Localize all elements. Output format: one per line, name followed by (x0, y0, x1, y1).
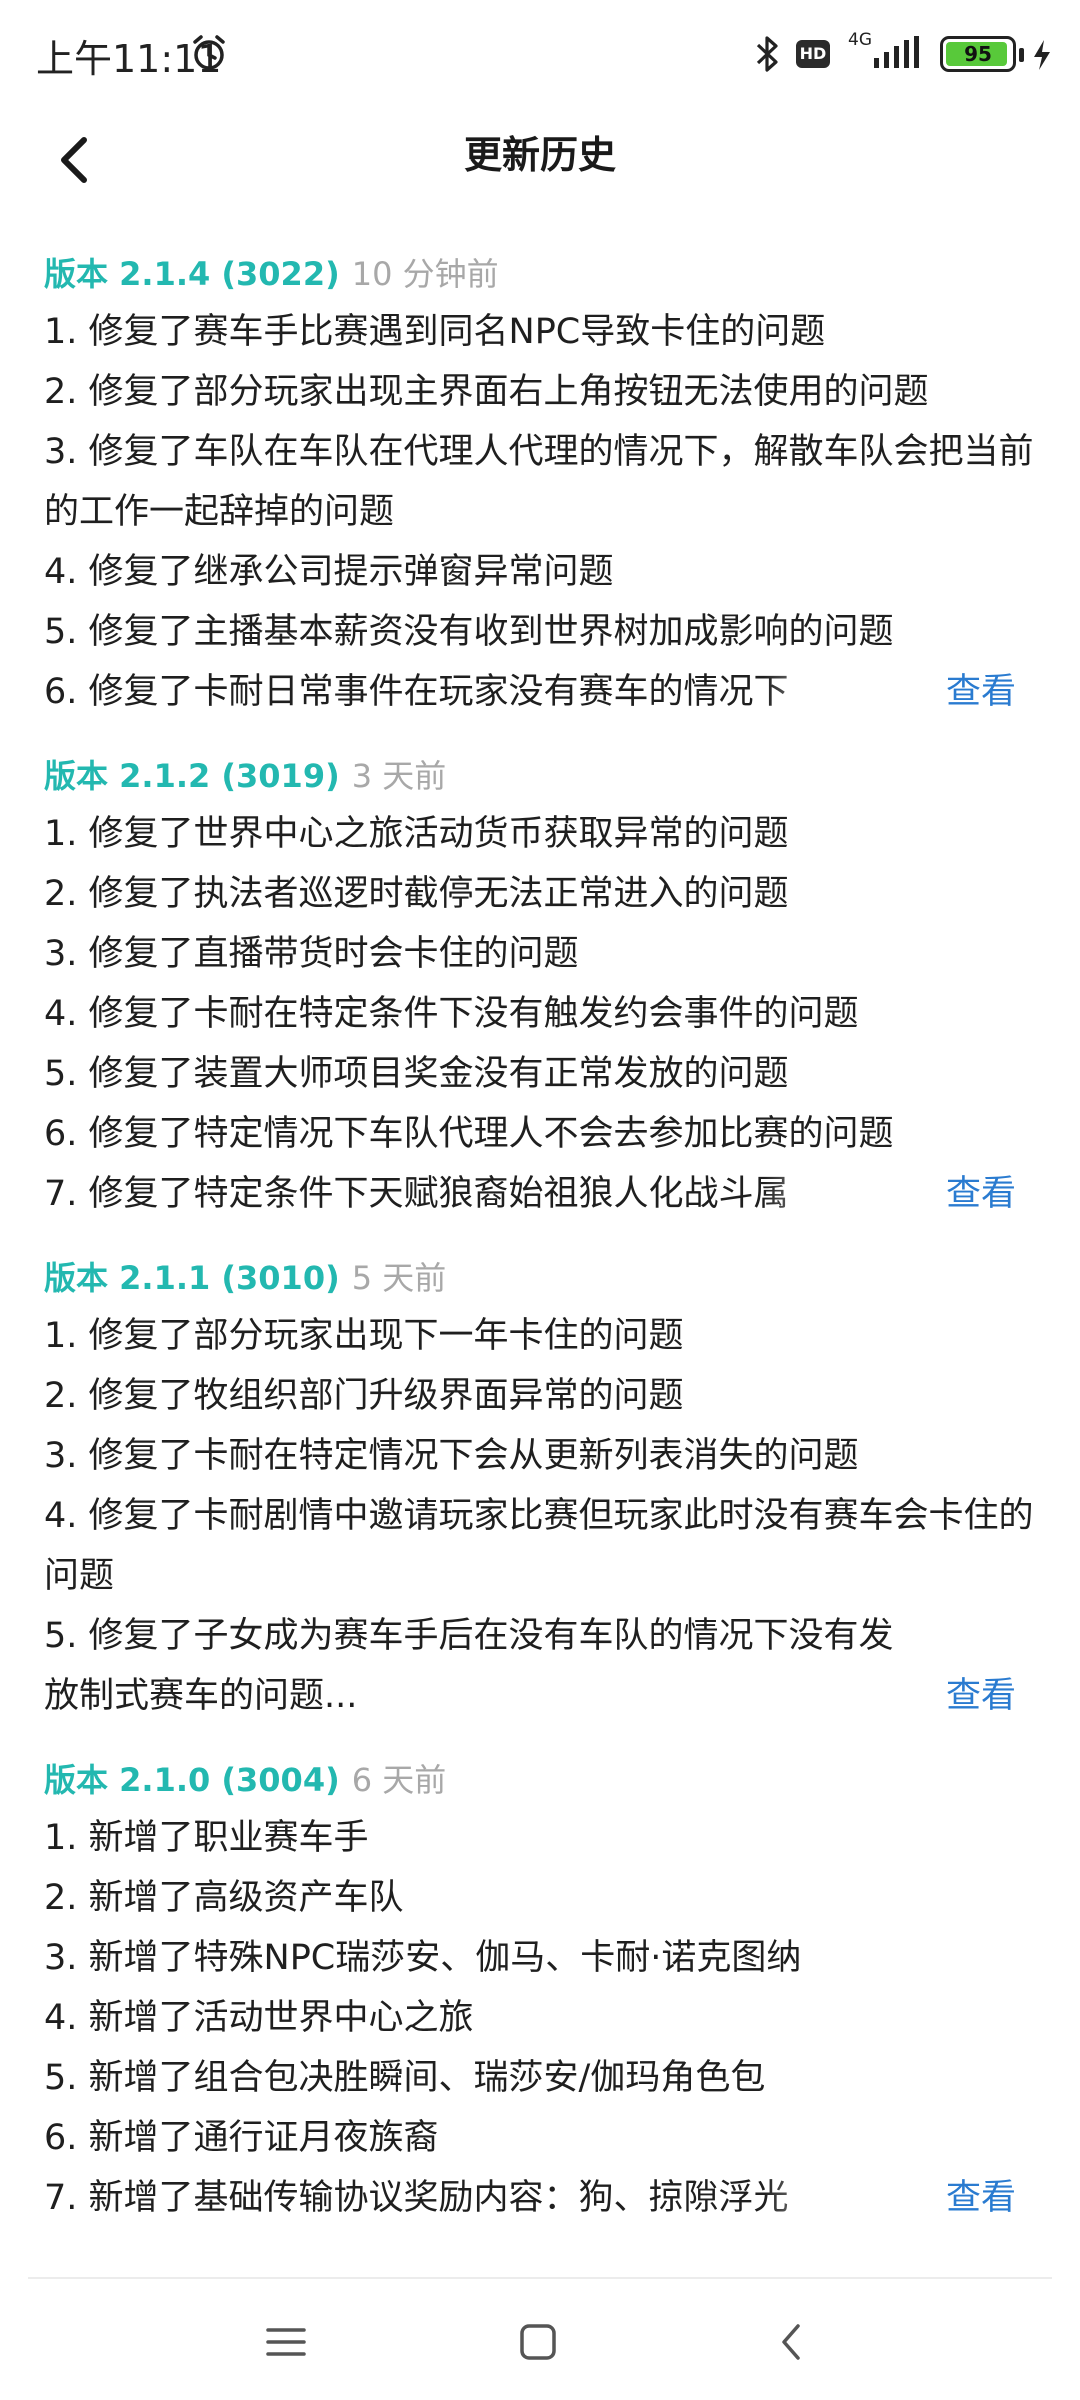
list-item: 1. 新增了职业赛车手 (44, 1818, 369, 1858)
list-item: 3. 新增了特殊NPC瑞莎安、伽马、卡耐·诺克图纳 (44, 1938, 802, 1978)
release-header: 版本 2.1.4 (3022) 10 分钟前 (44, 250, 1044, 302)
release-entry: 版本 2.1.0 (3004) 6 天前 1. 新增了职业赛车手 2. 新增了高级… (44, 1756, 1044, 2228)
list-item: 1. 修复了赛车手比赛遇到同名NPC导致卡住的问题 (44, 312, 826, 352)
list-item: 2. 新增了高级资产车队 (44, 1878, 404, 1918)
list-item: 1. 修复了部分玩家出现下一年卡住的问题 (44, 1316, 684, 1356)
list-item: 5. 修复了主播基本薪资没有收到世界树加成影响的问题 (44, 612, 894, 652)
list-item: 7. 修复了特定条件下天赋狼裔始祖狼人化战斗属 (44, 1164, 884, 1224)
list-item: 4. 新增了活动世界中心之旅 (44, 1998, 474, 2038)
release-time: 3 天前 (351, 757, 447, 795)
list-item: 3. 修复了车队在车队在代理人代理的情况下，解散车队会把当前的工作一起辞掉的问题 (44, 432, 1034, 532)
list-item: 5. 修复了子女成为赛车手后在没有车队的情况下没有发放制式赛车的问题... (44, 1616, 894, 1716)
system-nav-bar (0, 2280, 1080, 2400)
charging-icon (1034, 40, 1050, 70)
app-header: 更新历史 (0, 108, 1080, 228)
signal-icon (874, 36, 919, 68)
release-list: 版本 2.1.4 (3022) 10 分钟前 1. 修复了赛车手比赛遇到同名NPC… (44, 250, 1044, 2258)
list-item: 2. 修复了部分玩家出现主界面右上角按钮无法使用的问题 (44, 372, 929, 412)
version-label: 版本 2.1.1 (3010) (44, 1259, 340, 1297)
release-time: 5 天前 (351, 1259, 447, 1297)
menu-icon[interactable] (254, 2310, 318, 2374)
list-item: 6. 修复了卡耐日常事件在玩家没有赛车的情况下 (44, 662, 884, 722)
list-item: 4. 修复了卡耐剧情中邀请玩家比赛但玩家此时没有赛车会卡住的问题 (44, 1496, 1034, 1596)
list-item: 6. 新增了通行证月夜族裔 (44, 2118, 439, 2158)
list-item: 5. 修复了装置大师项目奖金没有正常发放的问题 (44, 1054, 789, 1094)
view-more-link[interactable]: 查看 (946, 2168, 1016, 2228)
version-label: 版本 2.1.2 (3019) (44, 757, 340, 795)
release-header: 版本 2.1.1 (3010) 5 天前 (44, 1254, 1044, 1306)
release-time: 6 天前 (351, 1761, 447, 1799)
bluetooth-icon (756, 36, 778, 72)
hd-icon: HD (796, 40, 830, 68)
network-type: 4G (848, 30, 872, 50)
list-item: 5. 新增了组合包决胜瞬间、瑞莎安/伽玛角色包 (44, 2058, 766, 2098)
alarm-icon (193, 35, 225, 70)
status-bar: 上午11:11 HD 4G 95 (0, 0, 1080, 108)
view-more-link[interactable]: 查看 (946, 1666, 1016, 1726)
list-item: 2. 修复了执法者巡逻时截停无法正常进入的问题 (44, 874, 789, 914)
list-item: 6. 修复了特定情况下车队代理人不会去参加比赛的问题 (44, 1114, 894, 1154)
list-item: 2. 修复了牧组织部门升级界面异常的问题 (44, 1376, 684, 1416)
version-label: 版本 2.1.0 (3004) (44, 1761, 340, 1799)
list-item: 1. 修复了世界中心之旅活动货币获取异常的问题 (44, 814, 789, 854)
list-item: 3. 修复了直播带货时会卡住的问题 (44, 934, 579, 974)
release-entry: 版本 2.1.4 (3022) 10 分钟前 1. 修复了赛车手比赛遇到同名NPC… (44, 250, 1044, 722)
nav-back-icon[interactable] (760, 2310, 824, 2374)
list-item: 3. 修复了卡耐在特定情况下会从更新列表消失的问题 (44, 1436, 859, 1476)
release-entry: 版本 2.1.2 (3019) 3 天前 1. 修复了世界中心之旅活动货币获取异常… (44, 752, 1044, 1224)
version-label: 版本 2.1.4 (3022) (44, 255, 340, 293)
home-icon[interactable] (506, 2310, 570, 2374)
release-entry: 版本 2.1.1 (3010) 5 天前 1. 修复了部分玩家出现下一年卡住的问题… (44, 1254, 1044, 1726)
list-item: 4. 修复了卡耐在特定条件下没有触发约会事件的问题 (44, 994, 859, 1034)
battery-cap (1019, 48, 1024, 62)
release-time: 10 分钟前 (351, 255, 499, 293)
list-item: 7. 新增了基础传输协议奖励内容：狗、掠隙浮光 (44, 2168, 884, 2228)
battery-indicator: 95 (940, 36, 1016, 72)
nav-divider (28, 2277, 1052, 2279)
list-item: 4. 修复了继承公司提示弹窗异常问题 (44, 552, 614, 592)
release-header: 版本 2.1.0 (3004) 6 天前 (44, 1756, 1044, 1808)
release-header: 版本 2.1.2 (3019) 3 天前 (44, 752, 1044, 804)
view-more-link[interactable]: 查看 (946, 1164, 1016, 1224)
view-more-link[interactable]: 查看 (946, 662, 1016, 722)
page-title: 更新历史 (463, 133, 616, 177)
battery-percent: 95 (964, 42, 992, 66)
